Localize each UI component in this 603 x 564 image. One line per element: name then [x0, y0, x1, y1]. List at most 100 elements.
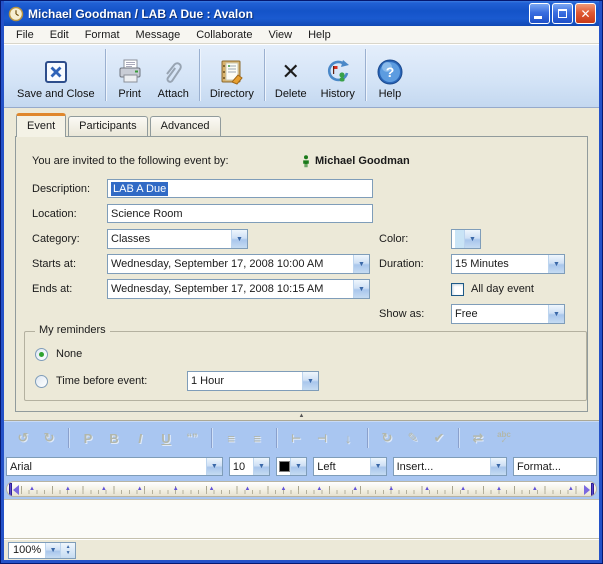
menu-collaborate[interactable]: Collaborate — [188, 28, 260, 42]
message-body[interactable] — [4, 499, 599, 539]
font-family-select[interactable]: Arial ▼ — [6, 457, 223, 476]
ruler-tab-marker-icon[interactable]: ▲ — [137, 485, 143, 493]
ruler-tab-marker-icon[interactable]: ▲ — [101, 485, 107, 493]
format-select[interactable]: Format... — [513, 457, 597, 476]
ruler-tab-marker-icon[interactable]: ▲ — [29, 485, 35, 493]
zoom-control[interactable]: 100% ▼ ▲ ▼ — [8, 542, 76, 559]
duration-value: 15 Minutes — [455, 258, 548, 270]
undo-icon[interactable]: ↺ — [12, 430, 34, 446]
menu-format[interactable]: Format — [77, 28, 128, 42]
location-value: Science Room — [111, 208, 183, 220]
close-button[interactable]: ✕ — [575, 3, 596, 24]
menu-help[interactable]: Help — [300, 28, 339, 42]
ruler-tab-marker-icon[interactable]: ▲ — [280, 485, 286, 493]
print-button[interactable]: Print — [109, 48, 151, 102]
save-and-close-button[interactable]: Save and Close — [10, 48, 102, 102]
pen-icon[interactable]: ✎ — [402, 430, 424, 446]
ruler-tab-marker-icon[interactable]: ▲ — [496, 485, 502, 493]
collapse-handle-icon[interactable]: ▲ — [299, 413, 305, 419]
menu-edit[interactable]: Edit — [42, 28, 77, 42]
description-input[interactable]: LAB A Due — [107, 179, 373, 198]
reminder-time-select[interactable]: 1 Hour ▼ — [187, 371, 319, 391]
directory-book-icon — [218, 56, 246, 88]
spin-down-icon[interactable]: ▼ — [66, 550, 71, 556]
maximize-button[interactable] — [552, 3, 573, 24]
ruler-tab-marker-icon[interactable]: ▲ — [532, 485, 538, 493]
ruler-tab-marker-icon[interactable]: ▲ — [352, 485, 358, 493]
alignment-select[interactable]: Left ▼ — [313, 457, 386, 476]
presence-person-icon — [302, 155, 310, 168]
duration-select[interactable]: 15 Minutes ▼ — [451, 254, 565, 274]
ruler-tab-marker-icon[interactable]: ▲ — [424, 485, 430, 493]
maximize-icon — [558, 9, 567, 18]
tab-event[interactable]: Event — [16, 113, 66, 137]
chevron-down-icon: ▼ — [253, 458, 269, 475]
menu-message[interactable]: Message — [128, 28, 189, 42]
directory-button[interactable]: Directory — [203, 48, 261, 102]
zoom-spinner[interactable]: ▲ ▼ — [60, 543, 75, 558]
help-button[interactable]: ? Help — [369, 48, 411, 102]
toolbar-separator — [199, 49, 200, 101]
ruler-tab-marker-icon[interactable]: ▲ — [460, 485, 466, 493]
spellcheck-icon[interactable]: abc ✓ — [493, 432, 515, 444]
minimize-button[interactable] — [529, 3, 550, 24]
menu-view[interactable]: View — [260, 28, 300, 42]
toolbar-separator — [276, 428, 277, 448]
delete-button[interactable]: ✕ Delete — [268, 48, 314, 102]
starts-at-select[interactable]: Wednesday, September 17, 2008 10:00 AM ▼ — [107, 254, 370, 274]
show-as-select[interactable]: Free ▼ — [451, 304, 565, 324]
pane-divider[interactable]: ▲ — [4, 412, 599, 421]
ruler[interactable]: ▲ ▲ ▲ ▲ ▲ ▲ ▲ ▲ ▲ ▲ ▲ ▲ ▲ ▲ ▲ ▲ — [6, 481, 597, 497]
italic-icon[interactable]: I — [129, 431, 151, 446]
ruler-tab-marker-icon[interactable]: ▲ — [209, 485, 215, 493]
color-select[interactable]: ▼ — [451, 229, 481, 249]
main-toolbar: Save and Close Print Attach Direc — [4, 44, 599, 108]
ruler-tab-marker-icon[interactable]: ▲ — [173, 485, 179, 493]
tab-advanced[interactable]: Advanced — [150, 116, 221, 137]
location-input[interactable]: Science Room — [107, 204, 373, 223]
bold-icon[interactable]: B — [103, 431, 125, 446]
ruler-tab-marker-icon[interactable]: ▲ — [388, 485, 394, 493]
format-value: Format... — [517, 461, 596, 473]
find-replace-icon[interactable]: ⇄ — [467, 430, 489, 446]
insert-select[interactable]: Insert... ▼ — [393, 457, 507, 476]
underline-icon[interactable]: U — [155, 431, 177, 446]
ruler-tab-marker-icon[interactable]: ▲ — [316, 485, 322, 493]
paperclip-icon — [159, 56, 187, 88]
plain-text-icon[interactable]: P — [77, 431, 99, 446]
event-tab-panel: You are invited to the following event b… — [15, 136, 588, 412]
revert-icon[interactable]: ↻ — [376, 430, 398, 446]
history-button[interactable]: History — [314, 48, 362, 102]
all-day-event-checkbox[interactable] — [451, 283, 464, 296]
spellcheck-check: ✓ — [501, 438, 508, 444]
ruler-tab-marker-icon[interactable]: ▲ — [245, 485, 251, 493]
chevron-down-icon: ▼ — [548, 305, 564, 323]
zoom-dropdown-chevron-icon[interactable]: ▼ — [45, 543, 60, 558]
reminder-none-radio[interactable] — [35, 348, 48, 361]
menu-file[interactable]: File — [8, 28, 42, 42]
reminder-time-radio[interactable] — [35, 375, 48, 388]
ruler-tab-markers: ▲ ▲ ▲ ▲ ▲ ▲ ▲ ▲ ▲ ▲ ▲ ▲ ▲ ▲ ▲ ▲ — [29, 485, 574, 493]
ends-at-select[interactable]: Wednesday, September 17, 2008 10:15 AM ▼ — [107, 279, 370, 299]
font-size-select[interactable]: 10 ▼ — [229, 457, 270, 476]
tab-strip: Event Participants Advanced — [4, 108, 599, 136]
tab-participants[interactable]: Participants — [68, 116, 147, 137]
all-day-event-label: All day event — [471, 283, 534, 295]
attach-button[interactable]: Attach — [151, 48, 196, 102]
font-color-select[interactable]: ▼ — [276, 457, 307, 476]
tab-stop-left-icon[interactable]: ⊢ — [285, 432, 307, 445]
indent-list-icon[interactable]: ≡ — [220, 431, 242, 446]
right-margin-marker-icon[interactable] — [585, 483, 594, 496]
title-bar[interactable]: Michael Goodman / LAB A Due : Avalon ✕ — [4, 1, 599, 26]
outdent-list-icon[interactable]: ≡ — [246, 431, 268, 446]
ruler-tab-marker-icon[interactable]: ▲ — [65, 485, 71, 493]
tab-stop-right-icon[interactable]: ⊣ — [311, 432, 333, 445]
left-margin-marker-icon[interactable] — [9, 483, 18, 496]
redo-icon[interactable]: ↻ — [38, 430, 60, 446]
category-select[interactable]: Classes ▼ — [107, 229, 248, 249]
description-label: Description: — [32, 179, 90, 199]
insert-down-icon[interactable]: ↓ — [337, 431, 359, 446]
approve-check-icon[interactable]: ✔ — [428, 430, 450, 446]
quote-icon[interactable]: “” — [181, 432, 203, 444]
ruler-tab-marker-icon[interactable]: ▲ — [568, 485, 574, 493]
